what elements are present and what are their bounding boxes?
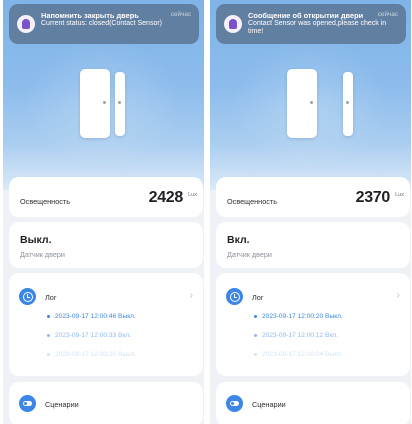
contact-sensor-body bbox=[287, 69, 317, 138]
log-entry-text: 2023-09-17 12:00:46 Выкл. bbox=[55, 313, 136, 320]
notification-body: Current status: closed(Contact Sensor) bbox=[41, 20, 162, 27]
notification-time: сейчас bbox=[377, 11, 398, 18]
log-entry: 2023-09-17 12:00:04 Выкл. bbox=[254, 351, 343, 358]
log-entry-text: 2023-09-17 12:00:20 Выкл. bbox=[262, 313, 343, 320]
log-label: Лог bbox=[45, 293, 57, 302]
illuminance-value: 2370 bbox=[355, 189, 391, 206]
lightbulb-icon bbox=[17, 15, 35, 33]
log-entry: 2023-09-17 12:00:20 Выкл. bbox=[254, 313, 343, 320]
sensor-indicator-dot bbox=[103, 101, 106, 104]
contact-sensor-body bbox=[80, 69, 110, 138]
illuminance-value: 2428 bbox=[148, 189, 184, 206]
chevron-right-icon[interactable]: › bbox=[190, 290, 193, 301]
door-status-subtitle: Датчик двери bbox=[227, 250, 272, 259]
door-status-subtitle: Датчик двери bbox=[20, 250, 65, 259]
lightbulb-icon bbox=[224, 15, 242, 33]
log-card[interactable]: Лог › 2023-09-17 12:00:20 Выкл. 2023-09-… bbox=[216, 273, 410, 376]
clock-icon bbox=[226, 288, 243, 305]
illuminance-card: Освещенность 2370 Lux bbox=[216, 177, 410, 217]
screen-door-opened: Сообщение об открытии двери Contact Sens… bbox=[210, 0, 411, 424]
log-entry: 2023-09-17 12:00:33 Вкл. bbox=[47, 332, 131, 339]
door-status-card: Вкл. Датчик двери bbox=[216, 222, 410, 268]
illuminance-label: Освещенность bbox=[20, 197, 71, 206]
notification-time: сейчас bbox=[170, 11, 191, 18]
scenarios-label: Сценарии bbox=[252, 400, 286, 409]
scenarios-card[interactable]: Сценарии bbox=[216, 382, 410, 424]
log-entry-text: 2023-09-17 12:00:33 Вкл. bbox=[55, 332, 132, 339]
door-status-title: Вкл. bbox=[227, 234, 250, 246]
log-entry: 2023-09-17 12:00:20 Выкл. bbox=[47, 351, 136, 358]
log-card[interactable]: Лог › 2023-09-17 12:00:46 Выкл. 2023-09-… bbox=[9, 273, 203, 376]
push-notification[interactable]: Напомнить закрыть дверь Current status: … bbox=[9, 4, 199, 44]
log-entry: 2023-09-17 12:00:12 Вкл. bbox=[254, 332, 338, 339]
illuminance-label: Освещенность bbox=[227, 197, 278, 206]
toggle-icon bbox=[19, 395, 36, 412]
log-entry-text: 2023-09-17 12:00:12 Вкл. bbox=[262, 332, 339, 339]
clock-icon bbox=[19, 288, 36, 305]
scenarios-card[interactable]: Сценарии bbox=[9, 382, 203, 424]
magnet-indicator-dot bbox=[118, 101, 121, 104]
illuminance-unit: Lux bbox=[188, 192, 197, 198]
magnet-indicator-dot bbox=[346, 101, 349, 104]
push-notification[interactable]: Сообщение об открытии двери Contact Sens… bbox=[216, 4, 406, 44]
log-entry: 2023-09-17 12:00:46 Выкл. bbox=[47, 313, 136, 320]
log-entry-text: 2023-09-17 12:00:04 Выкл. bbox=[262, 351, 343, 358]
illuminance-card: Освещенность 2428 Lux bbox=[9, 177, 203, 217]
log-label: Лог bbox=[252, 293, 264, 302]
door-status-title: Выкл. bbox=[20, 234, 52, 246]
chevron-right-icon[interactable]: › bbox=[397, 290, 400, 301]
contact-sensor-magnet bbox=[343, 72, 353, 136]
log-entry-text: 2023-09-17 12:00:20 Выкл. bbox=[55, 351, 136, 358]
notification-body: Contact Sensor was opened,please check i… bbox=[248, 20, 387, 36]
notification-title: Сообщение об открытии двери bbox=[248, 11, 364, 20]
toggle-icon bbox=[226, 395, 243, 412]
contact-sensor-magnet bbox=[115, 72, 125, 136]
door-status-card: Выкл. Датчик двери bbox=[9, 222, 203, 268]
scenarios-label: Сценарии bbox=[45, 400, 79, 409]
sensor-indicator-dot bbox=[310, 101, 313, 104]
notification-title: Напомнить закрыть дверь bbox=[41, 11, 139, 20]
illuminance-unit: Lux bbox=[395, 192, 404, 198]
screen-door-closed: Напомнить закрыть дверь Current status: … bbox=[3, 0, 204, 424]
